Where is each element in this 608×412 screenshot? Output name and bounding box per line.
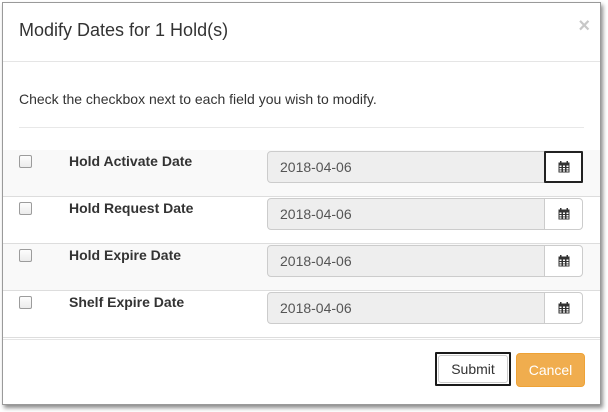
hold-expire-date-checkbox[interactable]	[19, 249, 32, 262]
dialog-header: Modify Dates for 1 Hold(s) ×	[3, 3, 600, 62]
calendar-icon	[558, 161, 569, 173]
field-row-hold-activate-date: Hold Activate Date 2018-04-06	[3, 150, 600, 197]
close-icon[interactable]: ×	[578, 15, 590, 38]
hold-expire-date-input[interactable]: 2018-04-06	[267, 245, 545, 277]
field-label: Hold Activate Date	[69, 153, 193, 169]
dialog-title: Modify Dates for 1 Hold(s)	[19, 20, 229, 40]
shelf-expire-date-calendar-button[interactable]	[544, 292, 583, 324]
hold-request-date-input[interactable]: 2018-04-06	[267, 198, 545, 230]
calendar-icon	[558, 208, 569, 220]
shelf-expire-date-input[interactable]: 2018-04-06	[267, 292, 545, 324]
field-row-shelf-expire-date: Shelf Expire Date 2018-04-06	[3, 291, 600, 338]
cancel-button[interactable]: Cancel	[516, 353, 585, 387]
modify-dates-dialog: Modify Dates for 1 Hold(s) × Check the c…	[2, 2, 601, 405]
field-label: Shelf Expire Date	[69, 294, 185, 310]
field-label: Hold Expire Date	[69, 247, 182, 263]
field-row-hold-request-date: Hold Request Date 2018-04-06	[3, 197, 600, 244]
hold-request-date-calendar-button[interactable]	[544, 198, 583, 230]
instructions-text: Check the checkbox next to each field yo…	[19, 91, 377, 107]
submit-button-label: Submit	[438, 355, 508, 383]
hold-activate-date-calendar-button[interactable]	[544, 151, 583, 183]
dialog-footer	[3, 339, 600, 340]
calendar-icon	[558, 302, 569, 314]
hold-activate-date-checkbox[interactable]	[19, 155, 32, 168]
hold-expire-date-calendar-button[interactable]	[544, 245, 583, 277]
submit-button[interactable]: Submit	[435, 352, 511, 386]
field-row-hold-expire-date: Hold Expire Date 2018-04-06	[3, 244, 600, 291]
calendar-icon	[558, 255, 569, 267]
field-label: Hold Request Date	[69, 200, 194, 216]
hold-activate-date-input[interactable]: 2018-04-06	[267, 151, 545, 183]
hold-request-date-checkbox[interactable]	[19, 202, 32, 215]
divider	[19, 127, 584, 128]
shelf-expire-date-checkbox[interactable]	[19, 296, 32, 309]
